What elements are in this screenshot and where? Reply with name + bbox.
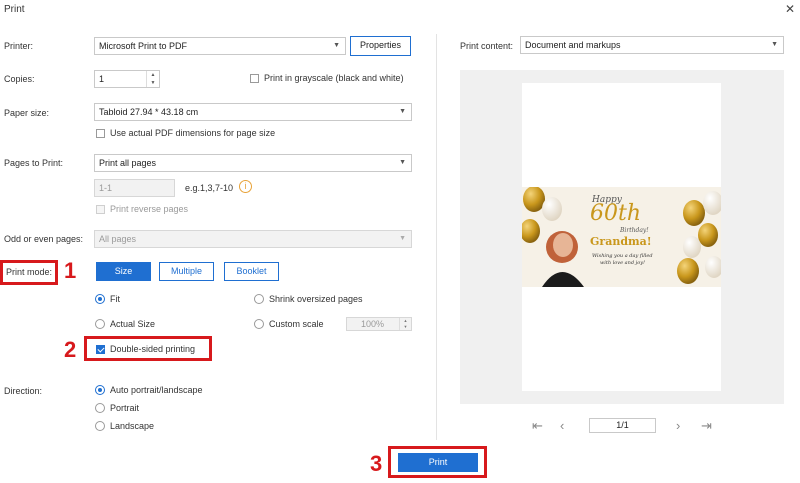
printer-label: Printer: (4, 41, 34, 51)
tab-multiple[interactable]: Multiple (159, 262, 214, 281)
last-page-icon[interactable]: ⇥ (701, 419, 712, 432)
tab-size[interactable]: Size (96, 262, 151, 281)
grayscale-option[interactable]: Print in grayscale (black and white) (250, 73, 404, 83)
annotation-box-1 (0, 260, 58, 285)
chevron-down-icon: ▼ (771, 41, 778, 48)
chevron-down-icon: ▼ (399, 159, 406, 166)
annotation-number-3: 3 (370, 451, 383, 476)
direction-label: Direction: (4, 386, 43, 396)
banner-line4: Grandma! (590, 235, 652, 248)
odd-even-select[interactable]: All pages ▼ (94, 230, 412, 248)
custom-scale-option[interactable]: Custom scale (254, 319, 324, 329)
actual-size-option[interactable]: Actual Size (95, 319, 155, 329)
spin-arrows-icon[interactable]: ▲ ▼ (146, 71, 159, 87)
scale-stepper[interactable]: 100% ▲ ▼ (346, 317, 412, 331)
preview-page: Happy 60th Birthday! Grandma! Wishing yo… (522, 83, 721, 391)
printer-value: Microsoft Print to PDF (99, 41, 188, 51)
window-title: Print (4, 4, 25, 15)
fit-label: Fit (110, 294, 120, 304)
info-icon[interactable]: i (239, 180, 252, 193)
direction-auto-option[interactable]: Auto portrait/landscape (95, 385, 203, 395)
paper-size-value: Tabloid 27.94 * 43.18 cm (99, 107, 199, 117)
preview-area: Happy 60th Birthday! Grandma! Wishing yo… (460, 70, 784, 404)
reverse-pages-label: Print reverse pages (110, 204, 189, 214)
fit-option[interactable]: Fit (95, 294, 120, 304)
copies-stepper[interactable]: 1 ▲ ▼ (94, 70, 160, 88)
actual-pdf-dims-option[interactable]: Use actual PDF dimensions for page size (96, 128, 275, 138)
page-range-hint: e.g.1,3,7-10 (185, 183, 234, 193)
chevron-down-icon: ▼ (399, 108, 406, 115)
copies-value: 1 (99, 74, 105, 84)
actual-size-label: Actual Size (110, 319, 156, 329)
actual-pdf-dims-label: Use actual PDF dimensions for page size (110, 128, 276, 138)
banner-line5: Wishing you a day filled (592, 253, 653, 259)
actual-pdf-dims-checkbox[interactable] (96, 128, 105, 138)
annotation-box-2 (84, 336, 212, 361)
close-icon[interactable]: ✕ (785, 2, 795, 16)
direction-portrait-radio[interactable] (95, 403, 105, 413)
direction-landscape-option[interactable]: Landscape (95, 421, 154, 431)
print-content-value: Document and markups (525, 40, 621, 50)
reverse-pages-checkbox[interactable] (96, 204, 105, 214)
direction-portrait-option[interactable]: Portrait (95, 403, 139, 413)
banner-line2: 60th (590, 201, 642, 226)
paper-size-label: Paper size: (4, 108, 50, 118)
panel-divider (436, 34, 437, 440)
fit-radio[interactable] (95, 294, 105, 304)
grayscale-label: Print in grayscale (black and white) (264, 73, 404, 83)
reverse-pages-option[interactable]: Print reverse pages (96, 204, 188, 214)
chevron-down-icon: ▼ (333, 42, 340, 49)
direction-portrait-label: Portrait (110, 403, 140, 413)
actual-size-radio[interactable] (95, 319, 105, 329)
annotation-box-3 (388, 446, 487, 478)
shrink-radio[interactable] (254, 294, 264, 304)
annotation-number-2: 2 (64, 337, 77, 362)
print-content-select[interactable]: Document and markups ▼ (520, 36, 784, 54)
pages-to-print-select[interactable]: Print all pages ▼ (94, 154, 412, 172)
chevron-down-icon: ▼ (399, 235, 406, 242)
odd-even-label: Odd or even pages: (4, 234, 84, 244)
prev-page-icon[interactable]: ‹ (560, 419, 564, 432)
direction-auto-label: Auto portrait/landscape (110, 385, 203, 395)
custom-scale-radio[interactable] (254, 319, 264, 329)
odd-even-value: All pages (99, 234, 137, 244)
page-range-input[interactable]: 1-1 (94, 179, 175, 197)
first-page-icon[interactable]: ⇤ (532, 419, 543, 432)
pages-to-print-label: Pages to Print: (4, 158, 64, 168)
banner-line6: with love and joy! (600, 260, 646, 266)
page-indicator[interactable]: 1/1 (589, 418, 656, 433)
next-page-icon[interactable]: › (676, 419, 680, 432)
direction-auto-radio[interactable] (95, 385, 105, 395)
direction-landscape-radio[interactable] (95, 421, 105, 431)
print-content-label: Print content: (460, 41, 514, 51)
scale-value: 100% (361, 319, 385, 329)
tab-booklet[interactable]: Booklet (224, 262, 279, 281)
shrink-label: Shrink oversized pages (269, 294, 363, 304)
banner-line3: Birthday! (620, 227, 649, 234)
copies-label: Copies: (4, 74, 35, 84)
pages-to-print-value: Print all pages (99, 158, 157, 168)
shrink-option[interactable]: Shrink oversized pages (254, 294, 363, 304)
annotation-number-1: 1 (64, 258, 77, 283)
birthday-banner-image: Happy 60th Birthday! Grandma! Wishing yo… (522, 187, 721, 287)
printer-select[interactable]: Microsoft Print to PDF ▼ (94, 37, 346, 55)
grayscale-checkbox[interactable] (250, 73, 259, 83)
properties-button[interactable]: Properties (350, 36, 411, 56)
spin-arrows-icon[interactable]: ▲ ▼ (399, 318, 411, 330)
direction-landscape-label: Landscape (110, 421, 155, 431)
custom-scale-label: Custom scale (269, 319, 324, 329)
paper-size-select[interactable]: Tabloid 27.94 * 43.18 cm ▼ (94, 103, 412, 121)
